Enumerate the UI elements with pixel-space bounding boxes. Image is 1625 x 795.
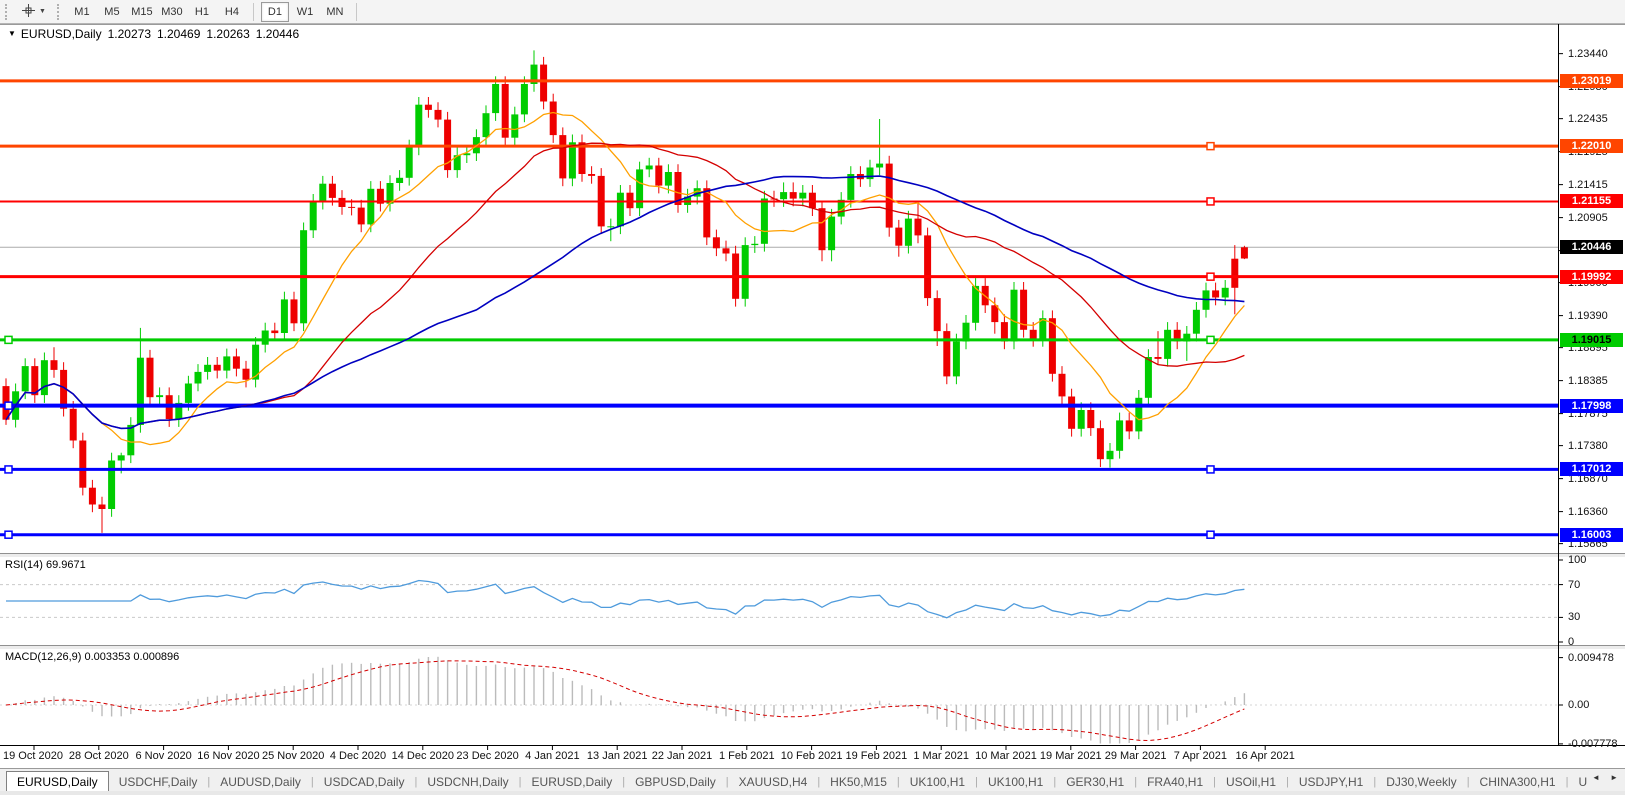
chart-tab-ger30-h1[interactable]: GER30,H1 [1056, 773, 1134, 792]
macd-tick-label: 0.009478 [1568, 651, 1614, 664]
crosshair-tool-button[interactable]: ▼ [16, 1, 51, 22]
chart-tab-fra40-h1[interactable]: FRA40,H1 [1137, 773, 1213, 792]
hline-price-label: 1.23019 [1560, 73, 1623, 88]
date-tick-label: 10 Mar 2021 [975, 750, 1037, 762]
toolbar-divider [355, 2, 357, 21]
date-tick-label: 23 Dec 2020 [456, 750, 519, 762]
chart-tab-eurusd-daily[interactable]: EURUSD,Daily [6, 771, 109, 792]
hline-price-label: 1.19015 [1560, 332, 1623, 347]
timeframe-toolbar: ▼ M1 M5 M15 M30 H1 H4 D1 W1 MN [0, 0, 1625, 24]
hline-price-label: 1.17998 [1560, 398, 1623, 413]
date-tick-label: 16 Apr 2021 [1235, 750, 1295, 762]
chart-tab-usdjpy-h1[interactable]: USDJPY,H1 [1289, 773, 1373, 792]
ohlc-close-value: 1.20446 [255, 26, 300, 41]
rsi-header-label: RSI(14) 69.9671 [5, 559, 86, 571]
crosshair-icon [21, 3, 36, 21]
date-tick-label: 1 Feb 2021 [718, 750, 775, 762]
hline-price-label: 1.21155 [1560, 194, 1623, 209]
chart-window-caption[interactable]: ▼ EURUSD,Daily 1.20273 1.20469 1.20263 1… [0, 24, 1625, 43]
date-tick-label: 19 Oct 2020 [3, 750, 63, 762]
timeframe-button-mn[interactable]: MN [321, 2, 349, 22]
current-price-label: 1.20446 [1560, 240, 1623, 255]
date-tick-label: 6 Nov 2020 [135, 750, 192, 762]
date-tick-label: 28 Oct 2020 [68, 750, 129, 762]
ohlc-low-value: 1.20263 [206, 26, 250, 41]
date-tick-label: 4 Dec 2020 [329, 750, 387, 762]
mt4-terminal-window: ▼ M1 M5 M15 M30 H1 H4 D1 W1 MN ▼ EURUSD,Daily 1.… [0, 0, 1625, 795]
timeframe-button-h1[interactable]: H1 [188, 2, 216, 22]
timeframe-button-m15[interactable]: M15 [128, 2, 156, 22]
main-chart-panel[interactable] [0, 42, 1625, 553]
chart-tab-usdchf-daily[interactable]: USDCHF,Daily [109, 773, 208, 792]
rsi-tick-label: 30 [1568, 611, 1581, 624]
hline-price-label: 1.19992 [1560, 269, 1623, 284]
chart-symbol-label: EURUSD,Daily [20, 26, 102, 41]
tab-scroll-arrows[interactable]: ◄ ► [1592, 773, 1622, 782]
date-tick-label: 29 Mar 2021 [1104, 750, 1167, 762]
toolbar-divider [252, 2, 254, 21]
date-tick-label: 19 Mar 2021 [1039, 750, 1102, 762]
macd-tick-label: -0.007778 [1568, 737, 1618, 750]
timeframe-button-d1[interactable]: D1 [260, 1, 289, 22]
macd-panel[interactable] [0, 649, 1625, 745]
hline-price-label: 1.22010 [1560, 139, 1623, 154]
price-tick-label: 1.17380 [1568, 439, 1608, 452]
price-tick-label: 1.22435 [1568, 112, 1608, 125]
rsi-panel[interactable] [0, 557, 1625, 645]
collapse-triangle-icon[interactable]: ▼ [8, 29, 16, 38]
rsi-tick-label: 70 [1568, 578, 1581, 591]
toolbar-grip[interactable] [5, 3, 10, 20]
price-tick-label: 1.21415 [1568, 178, 1608, 191]
rsi-tick-label: 0 [1568, 636, 1575, 648]
chart-tab-hk50-m15[interactable]: HK50,M15 [820, 773, 897, 792]
macd-tick-label: 0.00 [1568, 699, 1590, 711]
ohlc-open-value: 1.20273 [107, 26, 151, 41]
date-tick-label: 1 Mar 2021 [913, 750, 970, 762]
chart-tab-uk100-h1[interactable]: UK100,H1 [900, 773, 975, 792]
panel-splitter[interactable] [0, 645, 1625, 650]
chart-tab-gbpusd-daily[interactable]: GBPUSD,Daily [625, 773, 726, 792]
date-tick-label: 14 Dec 2020 [391, 750, 454, 762]
macd-header-label: MACD(12,26,9) 0.003353 0.000896 [5, 651, 180, 663]
date-tick-label: 25 Nov 2020 [261, 750, 325, 762]
price-tick-label: 1.16360 [1568, 505, 1608, 518]
date-tick-label: 10 Feb 2021 [780, 750, 843, 762]
timeframe-button-m30[interactable]: M30 [158, 2, 186, 22]
timeframe-button-group: M1 M5 M15 M30 H1 H4 D1 W1 MN [67, 1, 350, 22]
date-tick-label: 16 Nov 2020 [197, 750, 260, 762]
chart-tab-uk100-h1[interactable]: UK100,H1 [978, 773, 1053, 792]
toolbar-grip[interactable] [56, 3, 62, 20]
chart-tab-china300-h1[interactable]: CHINA300,H1 [1470, 773, 1566, 792]
timeframe-button-m1[interactable]: M1 [68, 2, 96, 22]
timeframe-button-m5[interactable]: M5 [98, 2, 126, 22]
timeframe-button-h4[interactable]: H4 [218, 2, 246, 22]
date-tick-label: 7 Apr 2021 [1173, 750, 1227, 762]
hline-price-label: 1.17012 [1560, 462, 1623, 477]
chart-tab-usoil-h1[interactable]: USOil,H1 [1216, 773, 1286, 792]
timeframe-button-w1[interactable]: W1 [291, 2, 319, 22]
chart-tab-usdcad-daily[interactable]: USDCAD,Daily [314, 773, 415, 792]
rsi-tick-label: 100 [1568, 554, 1587, 566]
price-tick-label: 1.18385 [1568, 374, 1608, 387]
date-tick-label: 19 Feb 2021 [845, 750, 908, 762]
panel-splitter[interactable] [0, 553, 1625, 558]
date-tick-label: 4 Jan 2021 [525, 750, 580, 762]
status-strip [0, 791, 1625, 795]
chart-tab-audusd-daily[interactable]: AUDUSD,Daily [210, 773, 311, 792]
price-tick-label: 1.23440 [1568, 47, 1608, 60]
chart-tab-dj30-weekly[interactable]: DJ30,Weekly [1376, 773, 1466, 792]
hline-price-label: 1.16003 [1560, 527, 1623, 542]
date-tick-label: 22 Jan 2021 [651, 750, 713, 762]
price-tick-label: 1.20905 [1568, 211, 1608, 224]
price-tick-label: 1.19390 [1568, 309, 1608, 322]
chevron-down-icon[interactable]: ▼ [39, 8, 46, 15]
chart-tab-xauusd-h4[interactable]: XAUUSD,H4 [729, 773, 818, 792]
chart-tab-usdcnh-daily[interactable]: USDCNH,Daily [417, 773, 518, 792]
date-tick-label: 13 Jan 2021 [586, 750, 648, 762]
chart-tab-bar: EURUSD,Daily USDCHF,Daily | AUDUSD,Daily | US… [0, 768, 1625, 792]
ohlc-high-value: 1.20469 [157, 26, 201, 41]
chart-tab-eurusd-daily[interactable]: EURUSD,Daily [522, 773, 623, 792]
